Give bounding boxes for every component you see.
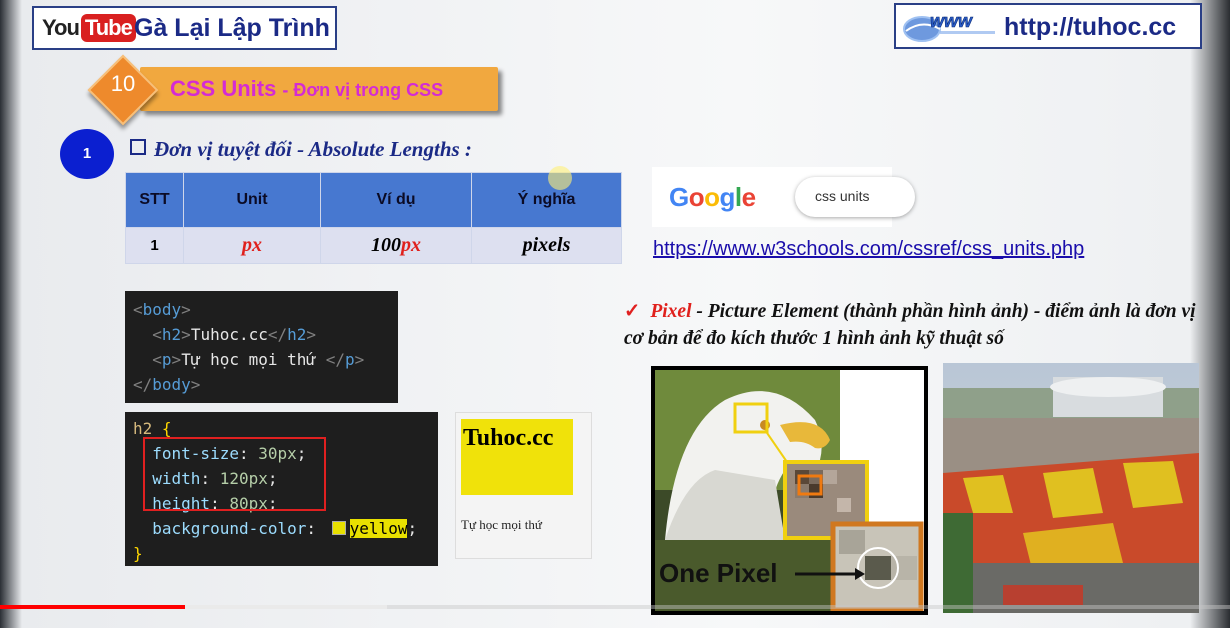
code-line: <h2>Tuhoc.cc</h2> (152, 325, 317, 344)
stadium-aerial-photo (943, 363, 1199, 613)
cell-stt: 1 (125, 227, 184, 264)
eagle-caption: One Pixel (659, 558, 778, 588)
youtube-logo-you: You (42, 15, 80, 40)
table-row: 1 px 100px pixels (125, 227, 622, 264)
code-line: </body> (133, 375, 201, 394)
checkmark-icon: ✓ (624, 301, 641, 322)
table-header-row: STT Unit Ví dụ Ý nghĩa (125, 172, 622, 228)
site-url-box: www http://tuhoc.cc (894, 3, 1202, 49)
google-search-snippet: Google css units (652, 167, 915, 227)
code-line: background-color: yellow; (152, 519, 418, 538)
lesson-title: CSS Units - Đơn vị trong CSS (170, 76, 443, 102)
youtube-logo: You Tube (42, 14, 136, 42)
channel-name: Gà Lại Lập Trình (134, 14, 330, 42)
video-played-bar (0, 605, 185, 609)
google-letter: o (704, 182, 720, 212)
code-line: <body> (133, 300, 191, 319)
cell-unit: px (183, 227, 321, 264)
w3schools-link[interactable]: https://www.w3schools.com/cssref/css_uni… (653, 238, 1084, 261)
site-url: http://tuhoc.cc (1004, 13, 1177, 41)
google-letter: l (734, 182, 742, 212)
column-header-stt: STT (125, 172, 184, 228)
search-query: css units (815, 188, 870, 204)
pixel-description: ✓ Pixel - Picture Element (thành phần hìn… (624, 298, 1204, 352)
section-heading-text: Đơn vị tuyệt đối - Absolute Lengths : (154, 137, 472, 161)
search-input[interactable]: css units (795, 177, 915, 217)
code-line: <p>Tự học mọi thứ </p> (152, 350, 365, 369)
html-code-block: <body> <h2>Tuhoc.cc</h2> <p>Tự học mọi t… (125, 291, 398, 403)
lesson-number: 10 (110, 71, 136, 96)
preview-paragraph: Tự học mọi thứ (461, 517, 542, 532)
eagle-illustration: One Pixel (655, 370, 924, 611)
highlight-box (143, 437, 326, 511)
code-line: } (133, 544, 143, 563)
youtube-channel-box: You Tube Gà Lại Lập Trình (32, 6, 337, 50)
cell-meaning: pixels (471, 227, 622, 264)
mouse-cursor-highlight (548, 166, 572, 190)
column-header-example: Ví dụ (320, 172, 472, 228)
preview-heading: Tuhoc.cc (461, 419, 573, 495)
www-globe-icon: www (903, 11, 995, 42)
pixel-definition: - Picture Element (thành phần hình ảnh) … (624, 301, 1196, 349)
render-preview: Tuhoc.cc Tự học mọi thứ (455, 412, 592, 559)
section-heading: Đơn vị tuyệt đối - Absolute Lengths : (130, 137, 472, 162)
pixel-term: Pixel (650, 301, 692, 322)
cell-example-number: 100 (371, 234, 401, 256)
google-letter: o (688, 182, 705, 212)
checkbox-bullet-icon (130, 139, 146, 155)
google-letter: G (669, 182, 689, 212)
eagle-pixel-image: One Pixel (651, 366, 928, 615)
google-letter: e (741, 182, 756, 212)
units-table: STT Unit Ví dụ Ý nghĩa 1 px 100px pixels (125, 172, 622, 264)
lesson-title-sub: - Đơn vị trong CSS (282, 80, 444, 100)
cell-example-unit: px (401, 234, 421, 256)
color-swatch (331, 521, 346, 535)
youtube-logo-tube: Tube (80, 14, 136, 42)
column-header-meaning: Ý nghĩa (471, 172, 622, 228)
cell-example: 100px (320, 227, 472, 264)
lesson-title-main: CSS Units (170, 76, 277, 101)
section-number-badge: 1 (60, 129, 114, 179)
google-logo: Google (669, 182, 756, 213)
column-header-unit: Unit (183, 172, 321, 228)
google-letter: g (719, 182, 736, 212)
www-text: www (930, 11, 973, 31)
